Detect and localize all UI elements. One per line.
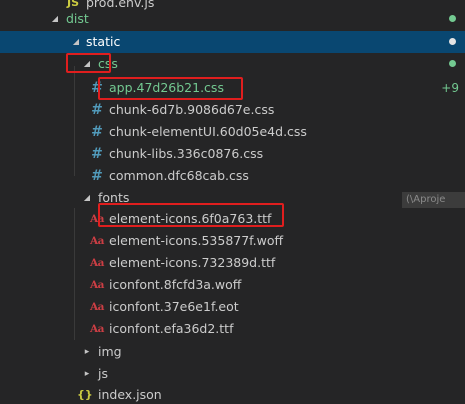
file-label: iconfont.efa36d2.ttf <box>109 321 234 336</box>
annotation-box-css-folder <box>66 53 111 73</box>
font-file-icon: Aa <box>90 323 104 335</box>
tree-item-css-file[interactable]: # common.dfc68cab.css <box>0 165 465 187</box>
css-file-icon: # <box>91 102 103 118</box>
chevron-down-icon[interactable]: ◢ <box>50 8 60 30</box>
folder-label: dist <box>66 11 89 26</box>
git-status-dot <box>449 38 456 45</box>
tree-item-js[interactable]: ▸ js <box>0 363 465 385</box>
git-status-dot <box>449 15 456 22</box>
file-label: iconfont.37e6e1f.eot <box>109 299 239 314</box>
chevron-down-icon[interactable]: ◢ <box>82 187 92 209</box>
css-file-icon: # <box>91 146 103 162</box>
tree-item-font-file[interactable]: Aa iconfont.8fcfd3a.woff <box>0 274 465 296</box>
tree-item-static[interactable]: ◢ static <box>0 31 465 53</box>
file-label: index.json <box>98 387 162 402</box>
tree-item-img[interactable]: ▸ img <box>0 341 465 363</box>
font-file-icon: Aa <box>90 279 104 291</box>
font-file-icon: Aa <box>90 301 104 313</box>
tree-item-font-file[interactable]: Aa iconfont.37e6e1f.eot <box>0 296 465 318</box>
annotation-box-element-icons-ttf <box>98 203 284 227</box>
folder-label: static <box>86 34 121 49</box>
css-file-icon: # <box>91 124 103 140</box>
file-explorer: JS prod.env.js ◢ dist ◢ static ◢ css # a… <box>0 0 465 404</box>
chevron-right-icon[interactable]: ▸ <box>82 363 92 385</box>
git-status-dot <box>449 60 456 67</box>
tree-item-font-file[interactable]: Aa element-icons.535877f.woff <box>0 230 465 252</box>
tree-item-dist[interactable]: ◢ dist <box>0 8 465 30</box>
tree-item-css-file[interactable]: # chunk-libs.336c0876.css <box>0 143 465 165</box>
tree-item-css-file[interactable]: # chunk-6d7b.9086d67e.css <box>0 99 465 121</box>
file-label: iconfont.8fcfd3a.woff <box>109 277 242 292</box>
file-label: chunk-6d7b.9086d67e.css <box>109 102 275 117</box>
file-label: chunk-elementUI.60d05e4d.css <box>109 124 307 139</box>
folder-label: img <box>98 344 122 359</box>
font-file-icon: Aa <box>90 235 104 247</box>
file-label: common.dfc68cab.css <box>109 168 249 183</box>
chevron-right-icon[interactable]: ▸ <box>82 341 92 363</box>
json-file-icon: {} <box>77 388 93 401</box>
tree-item-index-json[interactable]: {} index.json <box>0 384 465 404</box>
file-label: element-icons.535877f.woff <box>109 233 284 248</box>
font-file-icon: Aa <box>90 257 104 269</box>
css-file-icon: # <box>91 168 103 184</box>
tree-item-font-file[interactable]: Aa element-icons.732389d.ttf <box>0 252 465 274</box>
annotation-box-app-css <box>98 77 243 100</box>
tree-item-font-file[interactable]: Aa iconfont.efa36d2.ttf <box>0 318 465 340</box>
git-badge: +9 <box>441 81 459 95</box>
file-label: chunk-libs.336c0876.css <box>109 146 264 161</box>
tree-item-css-file[interactable]: # chunk-elementUI.60d05e4d.css <box>0 121 465 143</box>
folder-label: js <box>98 366 108 381</box>
file-label: element-icons.732389d.ttf <box>109 255 276 270</box>
path-tooltip: (\Aproje <box>402 192 465 208</box>
chevron-down-icon[interactable]: ◢ <box>71 31 81 53</box>
